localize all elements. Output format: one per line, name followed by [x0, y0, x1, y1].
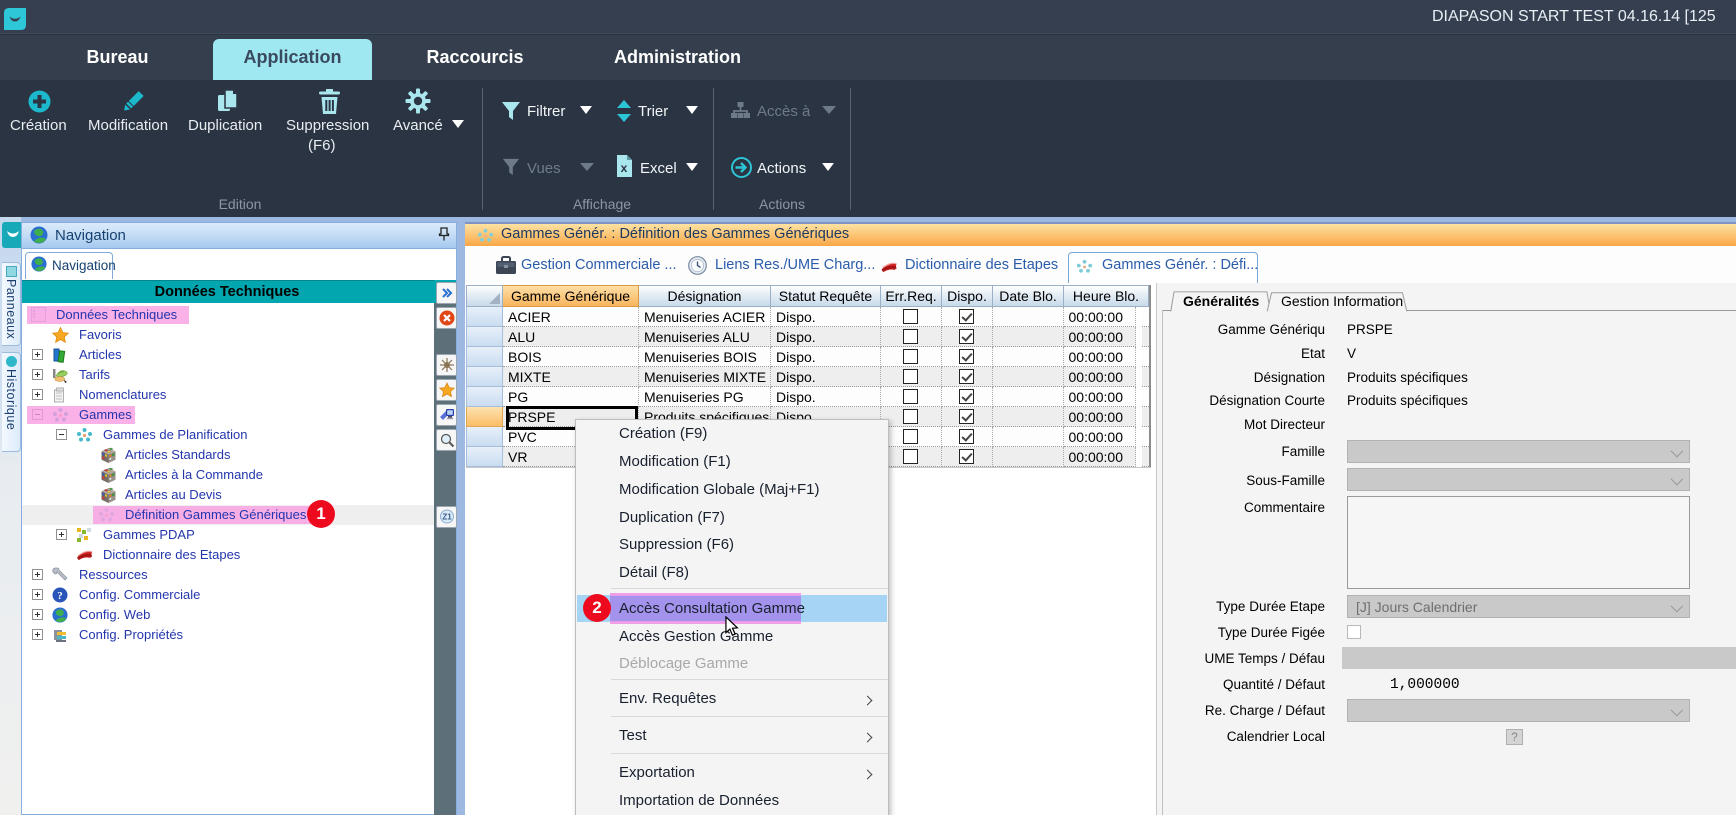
svg-text:x: x [621, 161, 628, 175]
svg-text:?: ? [57, 590, 63, 602]
svg-text:Z1: Z1 [442, 513, 452, 522]
